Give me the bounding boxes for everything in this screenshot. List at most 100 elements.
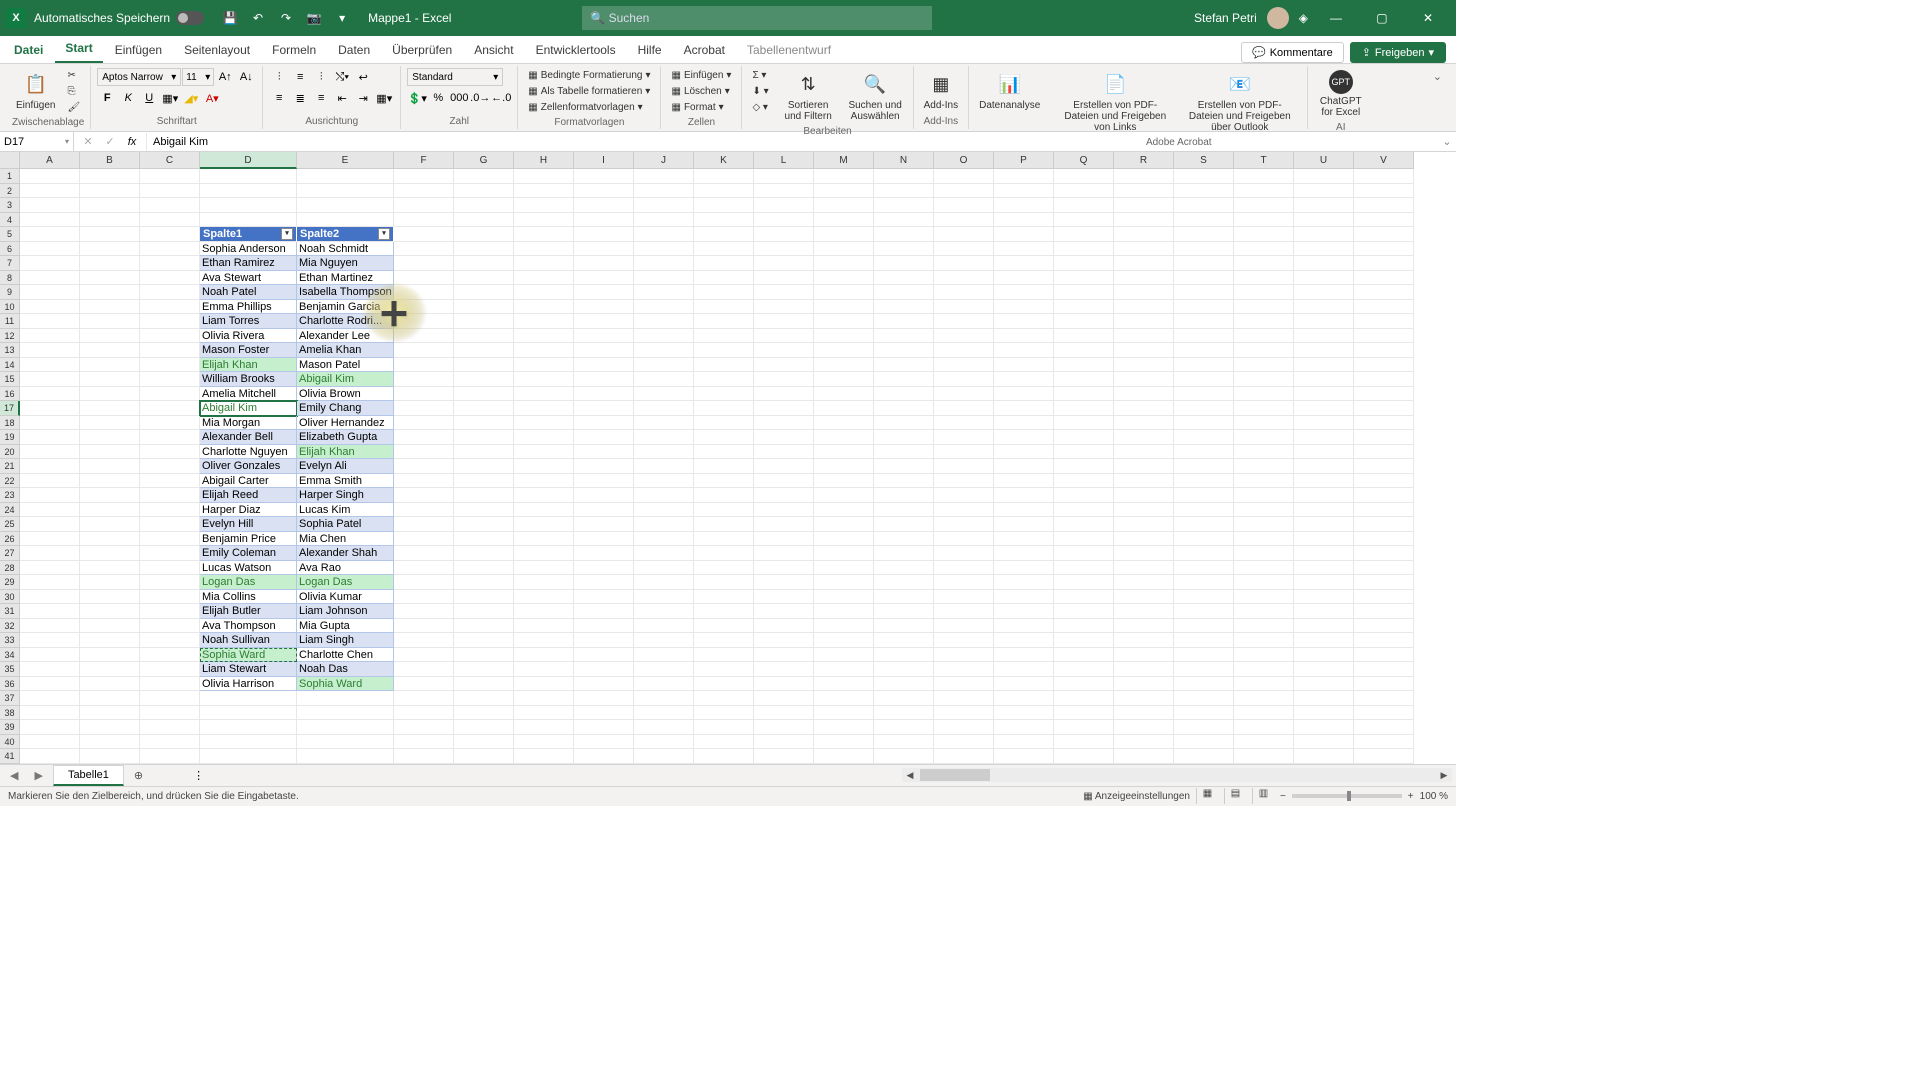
column-header-V[interactable]: V (1354, 152, 1414, 169)
cell-G26[interactable] (454, 532, 514, 547)
cell-L32[interactable] (754, 619, 814, 634)
cell-R34[interactable] (1114, 648, 1174, 663)
cell-K35[interactable] (694, 662, 754, 677)
cell-K24[interactable] (694, 503, 754, 518)
cell-N40[interactable] (874, 735, 934, 750)
cell-V14[interactable] (1354, 358, 1414, 373)
cell-U23[interactable] (1294, 488, 1354, 503)
cell-G40[interactable] (454, 735, 514, 750)
cell-S10[interactable] (1174, 300, 1234, 315)
cell-A33[interactable] (20, 633, 80, 648)
cell-D32[interactable]: Ava Thompson (200, 619, 297, 634)
cell-C38[interactable] (140, 706, 200, 721)
add-sheet-button[interactable]: ⊕ (128, 769, 149, 782)
cell-A12[interactable] (20, 329, 80, 344)
cell-P22[interactable] (994, 474, 1054, 489)
cell-T11[interactable] (1234, 314, 1294, 329)
cell-G3[interactable] (454, 198, 514, 213)
column-header-U[interactable]: U (1294, 152, 1354, 169)
cell-K6[interactable] (694, 242, 754, 257)
cell-A19[interactable] (20, 430, 80, 445)
cell-D4[interactable] (200, 213, 297, 228)
cell-V6[interactable] (1354, 242, 1414, 257)
cell-I15[interactable] (574, 372, 634, 387)
cell-C19[interactable] (140, 430, 200, 445)
cell-E22[interactable]: Emma Smith (297, 474, 394, 489)
cell-R25[interactable] (1114, 517, 1174, 532)
tab-acrobat[interactable]: Acrobat (674, 37, 735, 63)
cell-H29[interactable] (514, 575, 574, 590)
comments-button[interactable]: 💬 Kommentare (1241, 42, 1344, 63)
cell-C4[interactable] (140, 213, 200, 228)
cell-L6[interactable] (754, 242, 814, 257)
cell-B27[interactable] (80, 546, 140, 561)
cell-U33[interactable] (1294, 633, 1354, 648)
cell-J30[interactable] (634, 590, 694, 605)
cell-C20[interactable] (140, 445, 200, 460)
cell-F32[interactable] (394, 619, 454, 634)
cell-Q1[interactable] (1054, 169, 1114, 184)
cell-A31[interactable] (20, 604, 80, 619)
cell-N28[interactable] (874, 561, 934, 576)
tab-überprüfen[interactable]: Überprüfen (382, 37, 462, 63)
cell-M34[interactable] (814, 648, 874, 663)
cell-G29[interactable] (454, 575, 514, 590)
cell-V38[interactable] (1354, 706, 1414, 721)
cell-M7[interactable] (814, 256, 874, 271)
cell-K41[interactable] (694, 749, 754, 764)
cell-V10[interactable] (1354, 300, 1414, 315)
cell-V21[interactable] (1354, 459, 1414, 474)
cell-K12[interactable] (694, 329, 754, 344)
cell-S11[interactable] (1174, 314, 1234, 329)
cell-B31[interactable] (80, 604, 140, 619)
cell-Q4[interactable] (1054, 213, 1114, 228)
camera-icon[interactable]: 📷 (300, 4, 328, 32)
cell-N7[interactable] (874, 256, 934, 271)
cell-J5[interactable] (634, 227, 694, 242)
cell-G2[interactable] (454, 184, 514, 199)
cell-S27[interactable] (1174, 546, 1234, 561)
row-header-23[interactable]: 23 (0, 488, 20, 503)
cell-F19[interactable] (394, 430, 454, 445)
cell-T9[interactable] (1234, 285, 1294, 300)
cell-V16[interactable] (1354, 387, 1414, 402)
close-button[interactable]: ✕ (1410, 4, 1446, 32)
cell-E33[interactable]: Liam Singh (297, 633, 394, 648)
row-header-1[interactable]: 1 (0, 169, 20, 184)
cell-S15[interactable] (1174, 372, 1234, 387)
cell-R22[interactable] (1114, 474, 1174, 489)
row-header-29[interactable]: 29 (0, 575, 20, 590)
cell-E9[interactable]: Isabella Thompson (297, 285, 394, 300)
save-icon[interactable]: 💾 (216, 4, 244, 32)
cell-G22[interactable] (454, 474, 514, 489)
cell-U19[interactable] (1294, 430, 1354, 445)
cell-H24[interactable] (514, 503, 574, 518)
cell-P6[interactable] (994, 242, 1054, 257)
cell-T41[interactable] (1234, 749, 1294, 764)
cell-P25[interactable] (994, 517, 1054, 532)
cell-O29[interactable] (934, 575, 994, 590)
cell-N21[interactable] (874, 459, 934, 474)
zoom-in-button[interactable]: + (1408, 791, 1414, 802)
cell-B11[interactable] (80, 314, 140, 329)
cell-I22[interactable] (574, 474, 634, 489)
cell-Q21[interactable] (1054, 459, 1114, 474)
cell-H12[interactable] (514, 329, 574, 344)
cell-O24[interactable] (934, 503, 994, 518)
cell-H7[interactable] (514, 256, 574, 271)
cell-H1[interactable] (514, 169, 574, 184)
cell-P15[interactable] (994, 372, 1054, 387)
cell-C5[interactable] (140, 227, 200, 242)
cell-E13[interactable]: Amelia Khan (297, 343, 394, 358)
cell-K27[interactable] (694, 546, 754, 561)
cell-P41[interactable] (994, 749, 1054, 764)
cell-K40[interactable] (694, 735, 754, 750)
row-header-2[interactable]: 2 (0, 184, 20, 199)
cell-Q22[interactable] (1054, 474, 1114, 489)
cell-S17[interactable] (1174, 401, 1234, 416)
cell-C35[interactable] (140, 662, 200, 677)
cell-Q20[interactable] (1054, 445, 1114, 460)
cell-O41[interactable] (934, 749, 994, 764)
cell-J9[interactable] (634, 285, 694, 300)
cell-N36[interactable] (874, 677, 934, 692)
